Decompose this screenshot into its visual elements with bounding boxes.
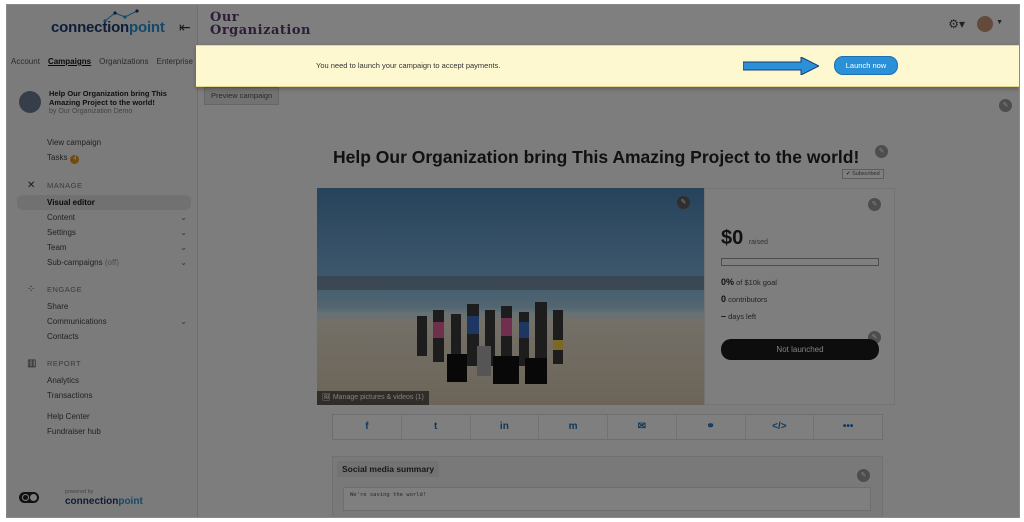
goal-progress-bar	[721, 258, 879, 266]
nav-engage: ⁘ ENGAGE Share Communications ⌄ Contacts	[7, 281, 197, 344]
twitter-icon[interactable]: t	[402, 415, 471, 439]
contributors-count: 0 contributors	[721, 294, 768, 304]
preview-campaign-button[interactable]: Preview campaign	[204, 87, 280, 105]
theme-toggle[interactable]	[19, 492, 39, 503]
topnav-organizations[interactable]: Organizations	[99, 57, 148, 66]
nav-report: ▥ REPORT Analytics Transactions	[7, 355, 197, 403]
powered-by-logo[interactable]: connectionpoint	[65, 496, 143, 507]
topnav-account[interactable]: Account	[11, 57, 40, 66]
social-media-summary: Social media summary ✎ We're saving the …	[332, 456, 883, 517]
funding-stats-panel: ✎ $0 raised 0% of $10k goal 0 contributo…	[704, 188, 895, 405]
nav-contacts[interactable]: Contacts	[7, 329, 197, 344]
campaign-owner: by Our Organization Demo	[49, 108, 133, 115]
link-icon[interactable]: ⚭	[677, 415, 746, 439]
app-window: connectionpoint ⇤ Account Campaigns Orga…	[6, 4, 1020, 518]
nav-bottom: Help Center Fundraiser hub	[7, 409, 197, 439]
sidebar: connectionpoint ⇤ Account Campaigns Orga…	[7, 5, 198, 517]
topnav-enterprise[interactable]: Enterprise	[157, 57, 193, 66]
not-launched-button[interactable]: Not launched	[721, 339, 879, 360]
pointer-arrow-icon	[743, 57, 819, 75]
nav-help-center[interactable]: Help Center	[7, 409, 197, 424]
subscribed-badge[interactable]: ✔ Subscribed	[842, 169, 884, 179]
hero-background	[317, 276, 704, 290]
nav-transactions[interactable]: Transactions	[7, 388, 197, 403]
messenger-icon[interactable]: m	[539, 415, 608, 439]
top-nav: Account Campaigns Organizations Enterpri…	[7, 57, 197, 66]
megaphone-icon: ⁘	[27, 284, 36, 295]
campaign-avatar	[19, 91, 41, 113]
nav-team[interactable]: Team ⌄	[7, 240, 197, 255]
launch-now-button[interactable]: Launch now	[834, 56, 898, 75]
section-report: ▥ REPORT	[7, 355, 197, 373]
chevron-down-icon: ⌄	[180, 213, 187, 222]
amount-raised: $0 raised	[721, 227, 768, 249]
chevron-down-icon: ⌄	[180, 243, 187, 252]
edit-pencil-icon[interactable]: ✎	[875, 145, 888, 158]
nav-top: View campaign Tasks 4	[7, 135, 197, 165]
caret-down-icon[interactable]: ▼	[996, 19, 1003, 26]
chevron-down-icon: ⌄	[180, 258, 187, 267]
linkedin-icon[interactable]: in	[471, 415, 540, 439]
launch-banner: You need to launch your campaign to acce…	[196, 45, 1019, 87]
user-avatar[interactable]	[977, 16, 993, 32]
nav-view-campaign[interactable]: View campaign	[7, 135, 197, 150]
campaign-selector[interactable]: Help Our Organization bring This Amazing…	[19, 89, 189, 115]
chevron-down-icon: ⌄	[180, 228, 187, 237]
section-engage: ⁘ ENGAGE	[7, 281, 197, 299]
nav-share[interactable]: Share	[7, 299, 197, 314]
main-content: Preview campaign ✎ Help Our Organization…	[198, 43, 1019, 517]
group-photo	[417, 302, 563, 384]
embed-icon[interactable]: </>	[746, 415, 815, 439]
more-icon[interactable]: •••	[814, 415, 882, 439]
nav-manage: ✕ MANAGE Visual editor Content ⌄ Settings ⌄…	[7, 177, 197, 270]
gear-icon[interactable]: ⚙▾	[948, 17, 965, 31]
nav-settings[interactable]: Settings ⌄	[7, 225, 197, 240]
edit-pencil-icon[interactable]: ✎	[857, 469, 870, 482]
email-icon[interactable]: ✉	[608, 415, 677, 439]
chevron-down-icon: ⌄	[180, 317, 187, 326]
header: Our Organization ⚙▾ ▼	[198, 5, 1019, 43]
facebook-icon[interactable]: f	[333, 415, 402, 439]
days-left: – days left	[721, 311, 757, 321]
tools-icon: ✕	[27, 180, 36, 191]
bar-chart-icon: ▥	[27, 358, 37, 369]
powered-by-label: powered by	[65, 489, 94, 495]
share-bar: f t in m ✉ ⚭ </> •••	[332, 414, 883, 440]
nav-tasks[interactable]: Tasks 4	[7, 150, 197, 165]
section-manage: ✕ MANAGE	[7, 177, 197, 195]
manage-pictures-button[interactable]: 🖼 Manage pictures & videos (1)	[317, 391, 429, 405]
tasks-badge: 4	[70, 155, 80, 164]
nav-sub-campaigns[interactable]: Sub-campaigns (off) ⌄	[7, 255, 197, 270]
collapse-sidebar-icon[interactable]: ⇤	[179, 19, 191, 36]
edit-pencil-icon[interactable]: ✎	[999, 99, 1012, 112]
brand-logo[interactable]: connectionpoint	[51, 19, 165, 36]
campaign-hero-image: ✎ 🖼 Manage pictures & videos (1)	[317, 188, 704, 405]
nav-analytics[interactable]: Analytics	[7, 373, 197, 388]
campaign-title: Help Our Organization bring This Amazing…	[49, 89, 167, 107]
nav-content[interactable]: Content ⌄	[7, 210, 197, 225]
edit-pencil-icon[interactable]: ✎	[868, 198, 881, 211]
nav-visual-editor[interactable]: Visual editor	[17, 195, 191, 210]
social-summary-text[interactable]: We're saving the world!	[343, 487, 871, 511]
banner-message: You need to launch your campaign to acce…	[316, 61, 501, 70]
nav-fundraiser-hub[interactable]: Fundraiser hub	[7, 424, 197, 439]
nav-communications[interactable]: Communications ⌄	[7, 314, 197, 329]
edit-pencil-icon[interactable]: ✎	[677, 196, 690, 209]
organization-title[interactable]: Our Organization	[210, 11, 311, 37]
topnav-campaigns[interactable]: Campaigns	[48, 57, 91, 66]
social-summary-title: Social media summary	[337, 461, 440, 477]
goal-percentage: 0% of $10k goal	[721, 277, 777, 287]
campaign-page-title: Help Our Organization bring This Amazing…	[333, 147, 860, 167]
